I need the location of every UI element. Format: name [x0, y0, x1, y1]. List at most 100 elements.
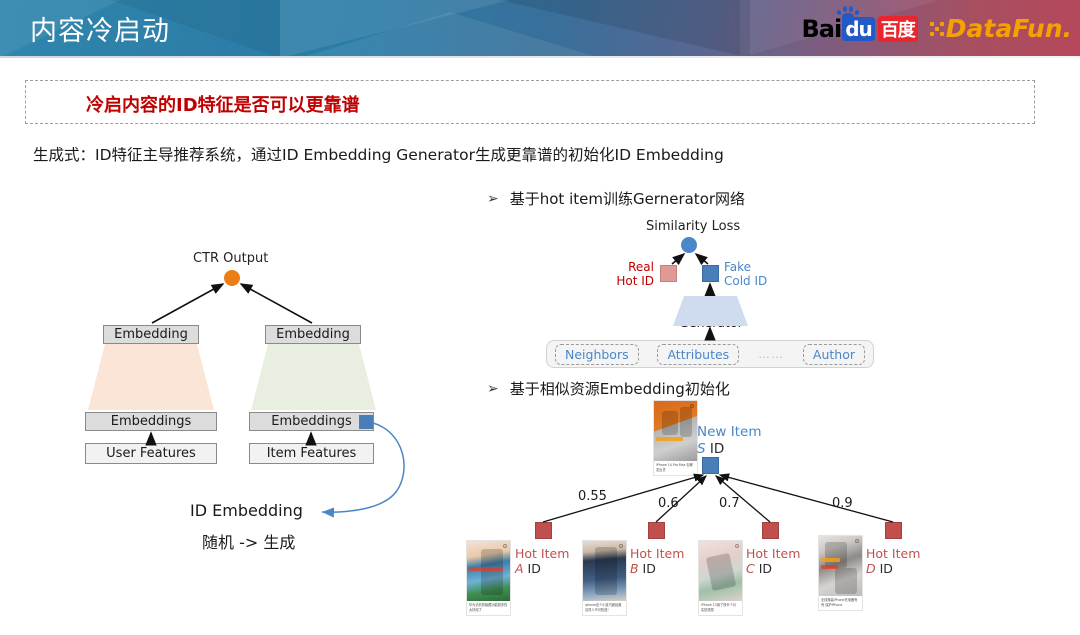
ctr-output-label: CTR Output — [193, 251, 269, 266]
chevron-right-icon: ➢ — [487, 190, 499, 207]
logo-group: Bai du 百度 DataFun. — [801, 5, 1072, 43]
new-item-thumbnail-image — [654, 401, 697, 461]
hot-item-d-label: Hot Item D ID — [866, 546, 920, 576]
fake-label-line2: Cold ID — [724, 274, 768, 288]
new-item-id-letter: S — [697, 441, 706, 457]
id-generator-label: ID Generator — [676, 300, 746, 330]
user-tower-line1: User — [138, 352, 168, 367]
fake-cold-id-square — [702, 265, 719, 282]
baidu-logo: Bai du 百度 — [801, 5, 918, 43]
hot-d-id-suffix: ID — [875, 561, 893, 576]
baidu-paw-icon — [836, 5, 861, 21]
headline-text: 冷启内容的ID特征是否可以更靠谱 — [86, 95, 360, 116]
hot-c-title: Hot Item — [746, 546, 801, 561]
new-item-label: New Item S ID — [697, 424, 761, 458]
similarity-loss-node — [681, 237, 697, 253]
hot-d-title: Hot Item — [866, 546, 921, 561]
hot-item-d-thumbnail: 无线换装iPhone充电器壳壳 保护iPhone — [818, 535, 863, 612]
user-features-box: User Features — [85, 443, 217, 464]
edge-a — [542, 473, 705, 523]
hot-item-a-label: Hot Item A ID — [515, 546, 569, 576]
edge-weight-b: 0.6 — [658, 496, 679, 511]
header-underline — [0, 56, 1080, 58]
hot-item-b-caption: iphone这个小技巧超经典 百同人不可知道！ — [585, 603, 622, 612]
hot-item-d-thumbnail-image — [819, 536, 862, 596]
hot-item-d-caption: 无线换装iPhone充电器壳壳 保护iPhone — [821, 598, 858, 607]
id-embedding-callout-line2: 随机 -> 生成 — [202, 533, 296, 552]
new-item-thumbnail-caption: iPhone 14 Pro Max 包邮 发出货 — [656, 463, 693, 472]
hot-item-c-thumbnail-image — [699, 541, 742, 601]
new-item-thumbnail: iPhone 14 Pro Max 包邮 发出货 — [653, 400, 698, 477]
slide-root: 内容冷启动 Bai du 百度 DataFun. 冷启内容的ID特征是否可以更靠… — [0, 0, 1080, 635]
bullet-item-1: ➢ 基于hot item训练Gernerator网络 — [487, 188, 745, 209]
hot-b-id-suffix: ID — [638, 561, 656, 576]
edge-weight-a: 0.55 — [578, 489, 607, 504]
new-item-id-suffix: ID — [705, 441, 725, 457]
hot-b-title: Hot Item — [630, 546, 685, 561]
thumbnail-dot-icon-c — [735, 544, 739, 548]
datafun-text: DataFun. — [945, 14, 1072, 43]
similarity-loss-label: Similarity Loss — [646, 219, 741, 234]
real-hot-id-square — [660, 265, 677, 282]
thumbnail-dot-icon-d — [855, 539, 859, 543]
chip-ellipsis: …… — [758, 347, 785, 361]
item-to-ctr-arrow — [239, 283, 313, 324]
new-item-line1: New Item — [697, 424, 762, 440]
hot-item-a-caption: 华为手机的隐藏功能挺多的 太好用了 — [469, 603, 508, 612]
user-embedding-box: Embedding — [103, 325, 199, 344]
hot-a-id-letter: A — [515, 561, 524, 576]
real-hot-id-label: Real Hot ID — [604, 260, 654, 288]
hot-d-id-letter: D — [866, 561, 876, 576]
item-tower-label: Item Tower — [265, 352, 361, 384]
hot-a-id-suffix: ID — [523, 561, 541, 576]
chevron-right-icon-2: ➢ — [487, 380, 499, 397]
hot-b-id-letter: B — [630, 561, 639, 576]
datafun-logo: DataFun. — [929, 14, 1072, 43]
user-embeddings-box: Embeddings — [85, 412, 217, 431]
edge-weight-c: 0.7 — [719, 496, 740, 511]
item-id-embedding-square — [359, 415, 373, 429]
bullet-2-text: 基于相似资源Embedding初始化 — [509, 380, 730, 398]
ctr-output-node — [224, 270, 240, 286]
user-to-ctr-arrow — [151, 283, 225, 324]
datafun-dots-icon — [929, 21, 944, 36]
fake-to-loss-arrow — [694, 252, 709, 266]
hot-item-a-thumbnail: 华为手机的隐藏功能挺多的 太好用了 — [466, 540, 511, 617]
slide-header: 内容冷启动 Bai du 百度 DataFun. — [0, 0, 1080, 58]
hot-item-a-square — [535, 522, 552, 539]
thumbnail-dot-icon-b — [619, 544, 623, 548]
item-tower-line1: Item — [298, 352, 328, 367]
item-features-box: Item Features — [249, 443, 374, 464]
hot-item-c-label: Hot Item C ID — [746, 546, 800, 576]
hot-item-a-thumbnail-image — [467, 541, 510, 601]
generator-input-chips-bar: Neighbors Attributes …… Author — [546, 340, 874, 368]
bullet-1-text: 基于hot item训练Gernerator网络 — [509, 190, 746, 208]
hot-item-c-square — [762, 522, 779, 539]
item-tower-line2: Tower — [294, 368, 332, 383]
item-embedding-box: Embedding — [265, 325, 361, 344]
id-embedding-callout-line1: ID Embedding — [190, 501, 303, 520]
header-facet-6 — [300, 12, 600, 58]
hot-c-id-letter: C — [746, 561, 755, 576]
edge-weight-d: 0.9 — [832, 496, 853, 511]
hot-item-d-square — [885, 522, 902, 539]
chip-author[interactable]: Author — [802, 343, 865, 365]
hot-item-b-thumbnail-image — [583, 541, 626, 601]
baidu-bai-text: Bai — [801, 14, 842, 43]
hot-item-c-thumbnail: iPhone 13用了快半个月 实拍感想 — [698, 540, 743, 617]
chip-neighbors[interactable]: Neighbors — [555, 343, 639, 365]
chip-attributes[interactable]: Attributes — [657, 343, 740, 365]
real-label-line1: Real — [628, 260, 654, 274]
new-item-square — [702, 457, 719, 474]
generator-line1: ID — [704, 300, 718, 315]
user-tower-label: User Tower — [105, 352, 201, 384]
hot-item-b-label: Hot Item B ID — [630, 546, 684, 576]
headline-box: 冷启内容的ID特征是否可以更靠谱 — [25, 80, 1035, 124]
hot-item-b-thumbnail: iphone这个小技巧超经典 百同人不可知道！ — [582, 540, 627, 617]
baidu-cn-text: 百度 — [877, 15, 918, 42]
edge-d — [718, 473, 894, 523]
fake-label-line1: Fake — [724, 260, 752, 274]
hot-a-title: Hot Item — [515, 546, 570, 561]
user-tower-line2: Tower — [134, 368, 172, 383]
generator-line2: Generator — [679, 315, 743, 330]
